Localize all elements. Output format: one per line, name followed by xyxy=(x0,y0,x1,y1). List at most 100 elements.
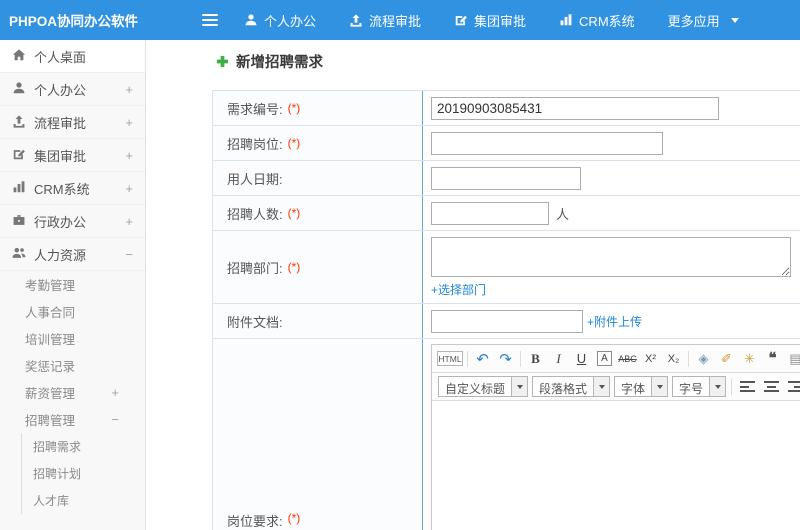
sidebar-subitem-attendance[interactable]: 考勤管理 xyxy=(0,271,145,298)
required-mark: (*) xyxy=(287,260,301,274)
chevron-down-icon xyxy=(651,377,668,396)
upload-attachment-link[interactable]: +附件上传 xyxy=(587,313,642,330)
blockquote-icon[interactable]: ❝ xyxy=(762,348,783,369)
nav-crm-system[interactable]: CRM系统 xyxy=(559,11,635,30)
font-name-button[interactable]: A xyxy=(594,348,615,369)
superscript-button[interactable]: X² xyxy=(640,348,661,369)
italic-button[interactable]: I xyxy=(548,348,569,369)
sidebar-item-crm[interactable]: CRM系统 + xyxy=(0,172,145,205)
expand-plus-icon[interactable]: + xyxy=(125,214,133,229)
bar-chart-icon xyxy=(12,180,26,197)
sidebar-subitem-training[interactable]: 培训管理 xyxy=(0,325,145,352)
paste-icon[interactable]: ▤ xyxy=(785,348,800,369)
field-label: 附件文档: xyxy=(227,314,283,330)
rich-text-editor: HTML ↶ ↷ B I U A ABC X² X₂ ◈ ✐ ✳ ❝ 自定义标题… xyxy=(431,344,800,530)
sidebar-item-human-resources[interactable]: 人力资源 − xyxy=(0,238,145,271)
sidebar-subitem-recruit-demand[interactable]: 招聘需求 xyxy=(22,433,145,460)
attachment-input[interactable] xyxy=(431,309,583,333)
expand-plus-icon[interactable]: + xyxy=(125,148,133,163)
collapse-minus-icon[interactable]: − xyxy=(111,412,119,427)
strikethrough-button[interactable]: ABC xyxy=(617,348,638,369)
nav-group-approval[interactable]: 集团审批 xyxy=(454,11,526,30)
font-size-select[interactable]: 字号 xyxy=(672,376,727,397)
req-no-input[interactable] xyxy=(431,96,719,120)
sidebar-item-admin-office[interactable]: 行政办公 + xyxy=(0,205,145,238)
editor-content-area[interactable] xyxy=(432,401,800,530)
upload-flow-icon xyxy=(349,13,363,27)
field-label: 需求编号: xyxy=(227,101,283,117)
chevron-down-icon xyxy=(593,377,610,396)
subscript-button[interactable]: X₂ xyxy=(663,348,684,369)
field-label: 招聘部门: xyxy=(227,260,283,276)
eraser-icon[interactable]: ◈ xyxy=(693,348,714,369)
sidebar-subitem-hr-contract[interactable]: 人事合同 xyxy=(0,298,145,325)
sidebar: 个人桌面 个人办公 + 流程审批 + 集团审批 + CRM系统 + 行政办公 +… xyxy=(0,40,146,530)
bold-button[interactable]: B xyxy=(525,348,546,369)
chevron-down-icon[interactable] xyxy=(730,17,739,23)
department-textarea[interactable] xyxy=(431,237,791,277)
sidebar-item-process-approval[interactable]: 流程审批 + xyxy=(0,106,145,139)
nav-label: 集团审批 xyxy=(474,13,527,29)
required-mark: (*) xyxy=(287,136,301,150)
required-mark: (*) xyxy=(287,511,301,525)
underline-button[interactable]: U xyxy=(571,348,592,369)
chevron-down-icon xyxy=(511,377,528,396)
sidebar-subitem-recruit-plan[interactable]: 招聘计划 xyxy=(22,460,145,487)
paragraph-format-select[interactable]: 段落格式 xyxy=(532,376,611,397)
font-family-select[interactable]: 字体 xyxy=(614,376,669,397)
align-left-icon[interactable] xyxy=(739,381,755,392)
app-logo: PHPOA协同办公软件 xyxy=(9,14,139,29)
page-title: 新增招聘需求 xyxy=(216,51,323,72)
select-department-link[interactable]: +选择部门 xyxy=(431,281,486,298)
field-label: 岗位要求: xyxy=(227,514,283,529)
upload-flow-icon xyxy=(12,114,26,131)
undo-button[interactable]: ↶ xyxy=(472,348,493,369)
redo-button[interactable]: ↷ xyxy=(495,348,516,369)
form-row-position: 招聘岗位: (*) xyxy=(213,126,800,161)
top-navigation: 个人办公 流程审批 集团审批 CRM系统 更多应用 xyxy=(244,11,739,30)
chevron-down-icon xyxy=(709,377,726,396)
date-input[interactable] xyxy=(431,166,581,190)
nav-label: 流程审批 xyxy=(369,13,422,29)
expand-plus-icon[interactable]: + xyxy=(125,82,133,97)
align-center-icon[interactable] xyxy=(763,381,779,392)
person-icon xyxy=(244,13,258,27)
source-code-button[interactable]: HTML xyxy=(437,351,463,366)
nav-label: 个人办公 xyxy=(264,13,317,29)
field-label: 招聘人数: xyxy=(227,206,283,222)
menu-toggle-icon[interactable] xyxy=(202,14,218,26)
collapse-minus-icon[interactable]: − xyxy=(125,247,133,262)
field-label: 招聘岗位: xyxy=(227,136,283,152)
nav-process-approval[interactable]: 流程审批 xyxy=(349,11,421,30)
position-input[interactable] xyxy=(431,131,663,155)
sidebar-item-personal-office[interactable]: 个人办公 + xyxy=(0,73,145,106)
edit-icon xyxy=(454,13,468,27)
briefcase-icon xyxy=(12,213,26,230)
custom-title-select[interactable]: 自定义标题 xyxy=(438,376,529,397)
count-input[interactable] xyxy=(431,201,549,225)
sidebar-subitem-recruitment[interactable]: 招聘管理 − xyxy=(0,406,145,433)
format-brush-icon[interactable]: ✐ xyxy=(716,348,737,369)
expand-plus-icon[interactable]: + xyxy=(125,115,133,130)
topbar: PHPOA协同办公软件 个人办公 流程审批 集团审批 CRM系统 更多应用 xyxy=(0,0,800,40)
clear-format-icon[interactable]: ✳ xyxy=(739,348,760,369)
nav-personal-office[interactable]: 个人办公 xyxy=(244,11,316,30)
form-row-date: 用人日期: xyxy=(213,161,800,196)
sidebar-item-personal-desktop[interactable]: 个人桌面 xyxy=(0,40,145,73)
person-icon xyxy=(12,81,26,98)
sidebar-subitem-salary[interactable]: 薪资管理 + xyxy=(0,379,145,406)
expand-plus-icon[interactable]: + xyxy=(111,385,119,400)
sidebar-subitem-rewards[interactable]: 奖惩记录 xyxy=(0,352,145,379)
new-recruit-demand-form: 需求编号: (*) 招聘岗位: (*) 用人日期: 招聘人数: (*) 人 xyxy=(212,90,800,530)
count-unit-label: 人 xyxy=(556,206,570,222)
edit-icon xyxy=(12,147,26,164)
sidebar-item-group-approval[interactable]: 集团审批 + xyxy=(0,139,145,172)
required-mark: (*) xyxy=(287,101,301,115)
nav-more-apps[interactable]: 更多应用 xyxy=(668,11,720,30)
align-right-icon[interactable] xyxy=(787,381,800,392)
nav-label: CRM系统 xyxy=(579,13,635,29)
form-row-count: 招聘人数: (*) 人 xyxy=(213,196,800,231)
required-mark: (*) xyxy=(287,206,301,220)
expand-plus-icon[interactable]: + xyxy=(125,181,133,196)
sidebar-subitem-talent-pool[interactable]: 人才库 xyxy=(22,487,145,514)
